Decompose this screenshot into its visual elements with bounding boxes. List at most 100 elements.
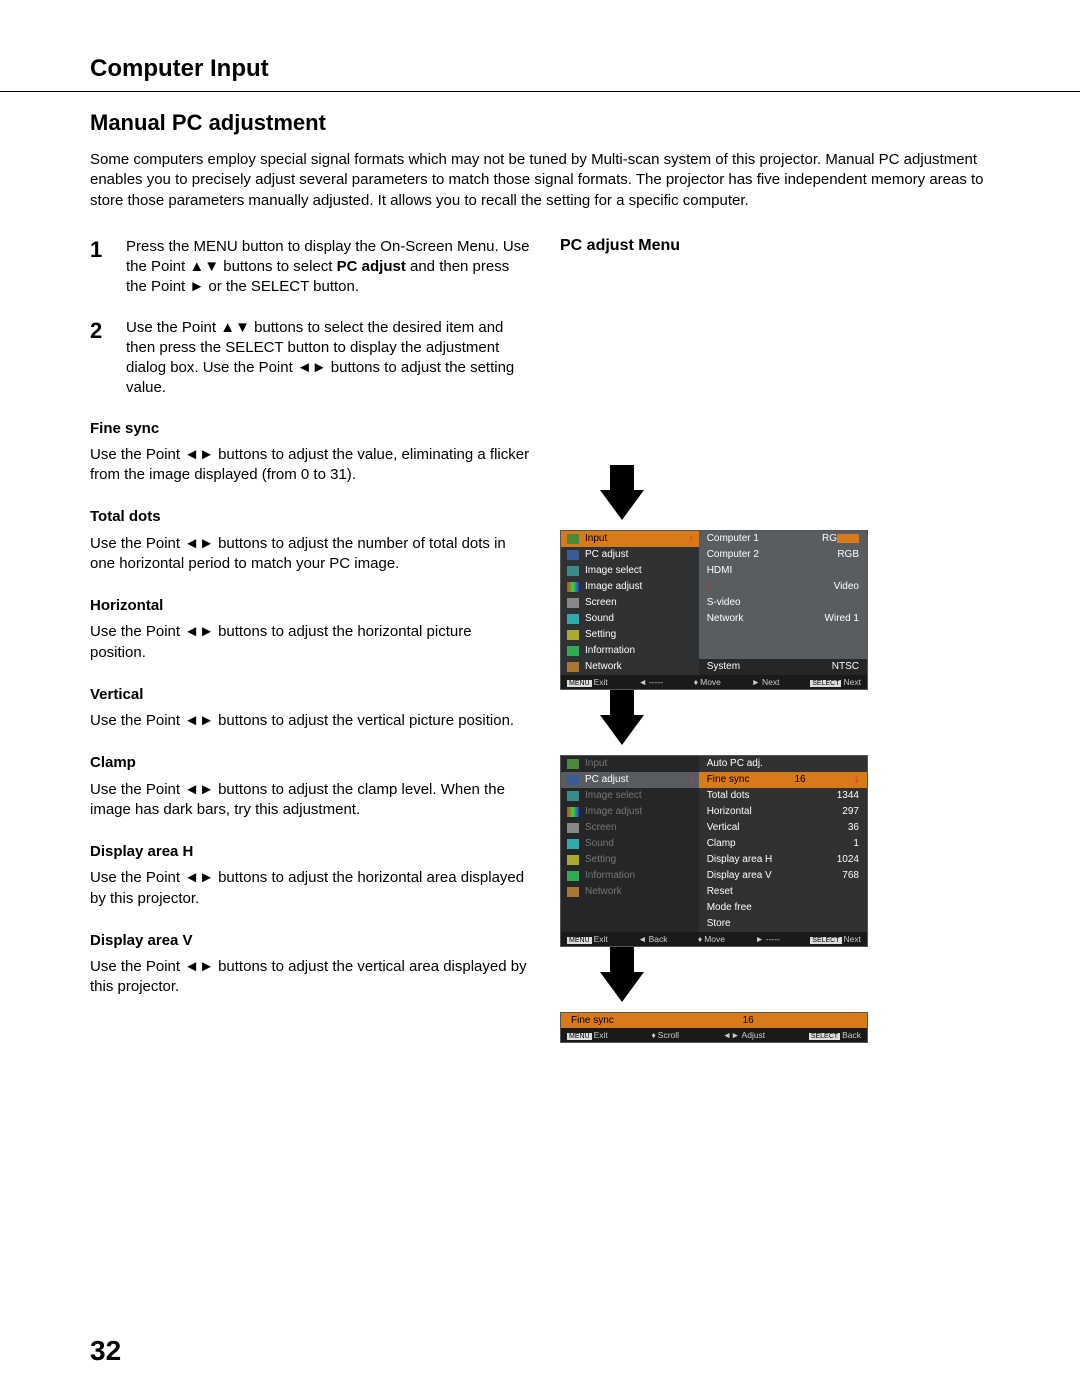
param-desc: Use the Point ◄► buttons to adjust the h… — [90, 622, 530, 663]
osd-row: ScreenS-video — [561, 595, 867, 611]
param-title: Total dots — [90, 507, 530, 527]
param-title: Display area V — [90, 931, 530, 951]
intro-text: Some computers employ special signal for… — [90, 150, 990, 211]
osd-foot-item: SELECTBack — [809, 1030, 861, 1040]
left-column: 1Press the MENU button to display the On… — [90, 237, 530, 1043]
step-number: 2 — [90, 318, 126, 399]
osd-left-item: Image adjust — [561, 804, 699, 820]
osd-foot-item: ♦Move — [698, 934, 725, 944]
menu-icon — [567, 887, 579, 897]
menu-icon — [567, 598, 579, 608]
osd-foot-item: ►Next — [752, 677, 780, 687]
osd-right-item: Auto PC adj. — [699, 756, 867, 772]
param-desc: Use the Point ◄► buttons to adjust the v… — [90, 711, 530, 731]
osd-screenshot-3: Fine sync 16 MENUExit♦Scroll◄►AdjustSELE… — [560, 1012, 868, 1043]
menu-icon — [567, 630, 579, 640]
osd-right-item: ✓Video — [699, 579, 867, 595]
osd-left-item: PC adjust — [561, 547, 699, 563]
osd-row: Image selectHDMI — [561, 563, 867, 579]
step-number: 1 — [90, 237, 126, 298]
osd-foot-item: ♦Scroll — [651, 1030, 679, 1040]
osd-right-item: Store — [699, 916, 867, 932]
osd-row: SoundNetworkWired 1 — [561, 611, 867, 627]
pc-adjust-menu-title: PC adjust Menu — [560, 237, 990, 255]
param-title: Horizontal — [90, 596, 530, 616]
osd-right-item: NetworkWired 1 — [699, 611, 867, 627]
osd3-bar: Fine sync 16 — [561, 1013, 867, 1028]
osd-screenshot-1: Input ›Computer 1RGPC adjustComputer 2RG… — [560, 530, 868, 690]
param-desc: Use the Point ◄► buttons to adjust the c… — [90, 780, 530, 821]
osd-right-item — [699, 643, 867, 659]
osd-row: InputAuto PC adj. — [561, 756, 867, 772]
osd-row: Input ›Computer 1RG — [561, 531, 867, 547]
osd-right-item: Display area V768 — [699, 868, 867, 884]
osd-left-item: Image adjust — [561, 579, 699, 595]
param-desc: Use the Point ◄► buttons to adjust the v… — [90, 957, 530, 998]
osd-right-item: S-video — [699, 595, 867, 611]
osd-left-item: Sound — [561, 611, 699, 627]
osd-left-item: Image select — [561, 788, 699, 804]
param-block: Fine sync Use the Point ◄► buttons to adj… — [90, 419, 530, 486]
menu-icon — [567, 582, 579, 592]
osd-left-item: PC adjust ‹ — [561, 772, 699, 788]
osd-row: PC adjustComputer 2RGB — [561, 547, 867, 563]
osd2-footer: MENUExit◄Back♦Move►-----SELECTNext — [561, 932, 867, 946]
osd-foot-item: MENUExit — [567, 677, 608, 687]
right-column: PC adjust Menu Input ›Computer 1RGPC adj… — [560, 237, 990, 1043]
osd-foot-item: ◄----- — [639, 677, 664, 687]
osd1-footer: MENUExit◄-----♦Move►NextSELECTNext — [561, 675, 867, 689]
manual-page: Computer Input Manual PC adjustment Some… — [0, 0, 1080, 1397]
osd3-footer: MENUExit♦Scroll◄►AdjustSELECTBack — [561, 1028, 867, 1042]
osd-right-item: Fine sync16⤓ — [699, 772, 867, 788]
osd-row: Information — [561, 643, 867, 659]
osd-foot-item: MENUExit — [567, 934, 608, 944]
param-desc: Use the Point ◄► buttons to adjust the h… — [90, 868, 530, 909]
menu-icon — [567, 662, 579, 672]
osd-right-item: Horizontal297 — [699, 804, 867, 820]
param-desc: Use the Point ◄► buttons to adjust the n… — [90, 534, 530, 575]
param-title: Fine sync — [90, 419, 530, 439]
param-block: Display area V Use the Point ◄► buttons t… — [90, 931, 530, 998]
osd-left-item: Input › — [561, 531, 699, 547]
arrow-down-icon — [600, 490, 644, 520]
param-block: Vertical Use the Point ◄► buttons to adju… — [90, 685, 530, 732]
osd-left-item: Screen — [561, 595, 699, 611]
menu-icon — [567, 839, 579, 849]
step: 1Press the MENU button to display the On… — [90, 237, 530, 298]
osd-row: Image adjust✓Video — [561, 579, 867, 595]
osd-foot-item: ►----- — [755, 934, 780, 944]
osd-right-item: HDMI — [699, 563, 867, 579]
menu-icon — [567, 550, 579, 560]
osd-left-item — [561, 916, 699, 932]
osd-right-item: Vertical36 — [699, 820, 867, 836]
osd-row: Image adjustHorizontal297 — [561, 804, 867, 820]
osd-left-item: Sound — [561, 836, 699, 852]
step-text: Press the MENU button to display the On-… — [126, 237, 530, 298]
osd-row: SoundClamp1 — [561, 836, 867, 852]
menu-icon — [567, 823, 579, 833]
osd-left-item: Information — [561, 643, 699, 659]
osd-foot-item: ♦Move — [694, 677, 721, 687]
osd-row: Store — [561, 916, 867, 932]
osd-right-item: Computer 1RG — [699, 531, 867, 547]
param-title: Vertical — [90, 685, 530, 705]
osd3-value: 16 — [743, 1015, 857, 1026]
param-block: Horizontal Use the Point ◄► buttons to ad… — [90, 596, 530, 663]
param-title: Clamp — [90, 753, 530, 773]
osd-row: Setting — [561, 627, 867, 643]
param-block: Clamp Use the Point ◄► buttons to adjust … — [90, 753, 530, 820]
osd-row: PC adjust ‹Fine sync16⤓ — [561, 772, 867, 788]
osd-row: Mode free — [561, 900, 867, 916]
menu-icon — [567, 791, 579, 801]
menu-icon — [567, 759, 579, 769]
arrow-down-icon — [600, 972, 644, 1002]
osd-right-item: Computer 2RGB — [699, 547, 867, 563]
osd-row: NetworkSystemNTSC — [561, 659, 867, 675]
osd-right-item: SystemNTSC — [699, 659, 867, 675]
osd-screenshot-2: InputAuto PC adj.PC adjust ‹Fine sync16⤓… — [560, 755, 868, 947]
osd-right-item: Display area H1024 — [699, 852, 867, 868]
menu-icon — [567, 855, 579, 865]
param-desc: Use the Point ◄► buttons to adjust the v… — [90, 445, 530, 486]
osd3-title: Fine sync — [571, 1015, 743, 1026]
osd-row: Image selectTotal dots1344 — [561, 788, 867, 804]
